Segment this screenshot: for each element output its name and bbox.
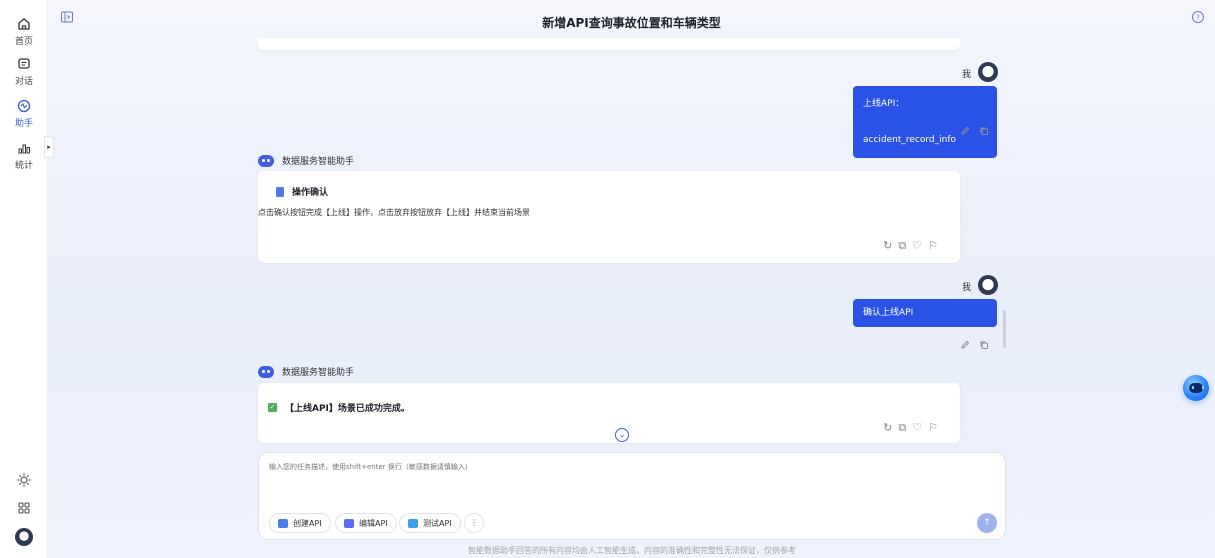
chip-label: 编辑API [359,518,388,528]
bot-header: 数据服务智能助手 [258,365,354,378]
confirm-text: 点击确认按钮完成【上线】操作，点击放弃按钮放弃【上线】并结束当前场景 [258,208,530,217]
sidebar-item-label: 首页 [14,37,33,47]
bot-message-card: ✓ 【上线API】场景已成功完成。 ↻⧉♡⚐ [258,383,960,443]
copy-icon[interactable] [979,340,989,350]
scroll-to-bottom-button[interactable]: ⌄ [615,428,629,442]
bot-message-card: 操作确认 点击确认按钮完成【上线】操作，点击放弃按钮放弃【上线】并结束当前场景 … [258,171,960,263]
api-icon [408,518,418,528]
page-title: 新增API查询事故位置和车辆类型 [542,16,721,30]
sender-label: 我 [962,70,972,80]
user-message-tools [960,340,989,353]
user-message: 上线API：accident_record_info [853,86,997,158]
chat-input[interactable] [269,463,969,471]
sender-label: 我 [962,283,972,293]
bot-avatar-icon [258,154,274,167]
theme-toggle[interactable] [0,472,48,491]
avatar [978,62,998,82]
edit-icon[interactable] [960,126,970,136]
assistant-icon [17,99,31,113]
help-icon[interactable]: ? [1191,10,1205,24]
more-icon: ⋮ [470,518,478,527]
user-message-tools [960,126,989,139]
chat-icon [18,58,30,69]
apps-button[interactable] [0,500,48,519]
arrow-up-icon: ↑ [983,518,991,528]
sidebar-item-label: 统计 [14,161,33,171]
thumbs-up-icon[interactable]: ♡ [912,239,928,252]
user-message: 确认上线API [853,299,997,327]
disclaimer: 智能数据助手回答的所有内容均由人工智能生成，内容的准确性和完整性无法保证，仅供参… [468,546,796,555]
header: 新增API查询事故位置和车辆类型 ? [48,0,1215,38]
sidebar-expand-toggle[interactable]: ▸ [44,136,54,158]
success-message: ✓ 【上线API】场景已成功完成。 [268,401,410,414]
scrollbar[interactable] [1003,310,1006,348]
api-icon [278,518,288,528]
sidebar-item-assistant[interactable]: 助手 [0,98,48,129]
bot-avatar-icon [258,365,274,378]
chip-label: 测试API [423,518,452,528]
api-icon [344,518,354,528]
avatar [978,275,998,295]
sidebar-item-home[interactable]: 首页 [0,16,48,47]
stats-icon [18,144,30,154]
floating-assistant-button[interactable] [1183,375,1209,401]
apps-grid-icon [18,502,30,514]
edit-api-chip[interactable]: 编辑API [335,513,397,533]
document-icon [276,186,284,197]
regenerate-icon[interactable]: ↻ [883,239,898,252]
bot-name: 数据服务智能助手 [282,157,355,167]
sidebar-item-label: 对话 [14,77,33,87]
copy-icon[interactable]: ⧉ [898,421,912,434]
send-button[interactable]: ↑ [977,513,997,533]
copy-icon[interactable] [979,126,989,136]
copy-icon[interactable]: ⧉ [898,239,912,252]
create-api-chip[interactable]: 创建API [269,513,331,533]
bot-header: 数据服务智能助手 [258,154,354,167]
thumbs-up-icon[interactable]: ♡ [912,421,928,434]
sidebar: 首页 对话 助手 统计 ▸ [0,0,54,558]
confirm-title: 操作确认 [276,185,328,198]
chat-input-box: 创建API 编辑API 测试API ⋮ ↑ [258,452,1006,540]
sun-icon [17,473,31,487]
edit-icon[interactable] [960,340,970,350]
more-options-button[interactable]: ⋮ [464,513,484,533]
svg-text:?: ? [1196,14,1200,22]
chevron-down-icon: ⌄ [618,430,626,439]
regenerate-icon[interactable]: ↻ [883,421,898,434]
home-icon [18,18,30,30]
sidebar-item-chat[interactable]: 对话 [0,56,48,87]
sidebar-item-label: 助手 [14,119,33,129]
check-icon: ✓ [268,403,277,412]
confirm-title-text: 操作确认 [292,188,329,198]
previous-message-card [258,38,960,50]
thumbs-down-icon[interactable]: ⚐ [928,239,944,252]
chip-label: 创建API [293,518,322,528]
bot-name: 数据服务智能助手 [282,368,355,378]
sidebar-item-stats[interactable]: 统计 [0,140,48,171]
user-avatar-button[interactable] [0,528,48,546]
test-api-chip[interactable]: 测试API [399,513,461,533]
success-text: 【上线API】场景已成功完成。 [285,404,410,414]
bot-message-tools: ↻⧉♡⚐ [883,421,944,435]
avatar [15,528,33,546]
thumbs-down-icon[interactable]: ⚐ [928,421,944,434]
bot-message-tools: ↻⧉♡⚐ [883,239,944,253]
